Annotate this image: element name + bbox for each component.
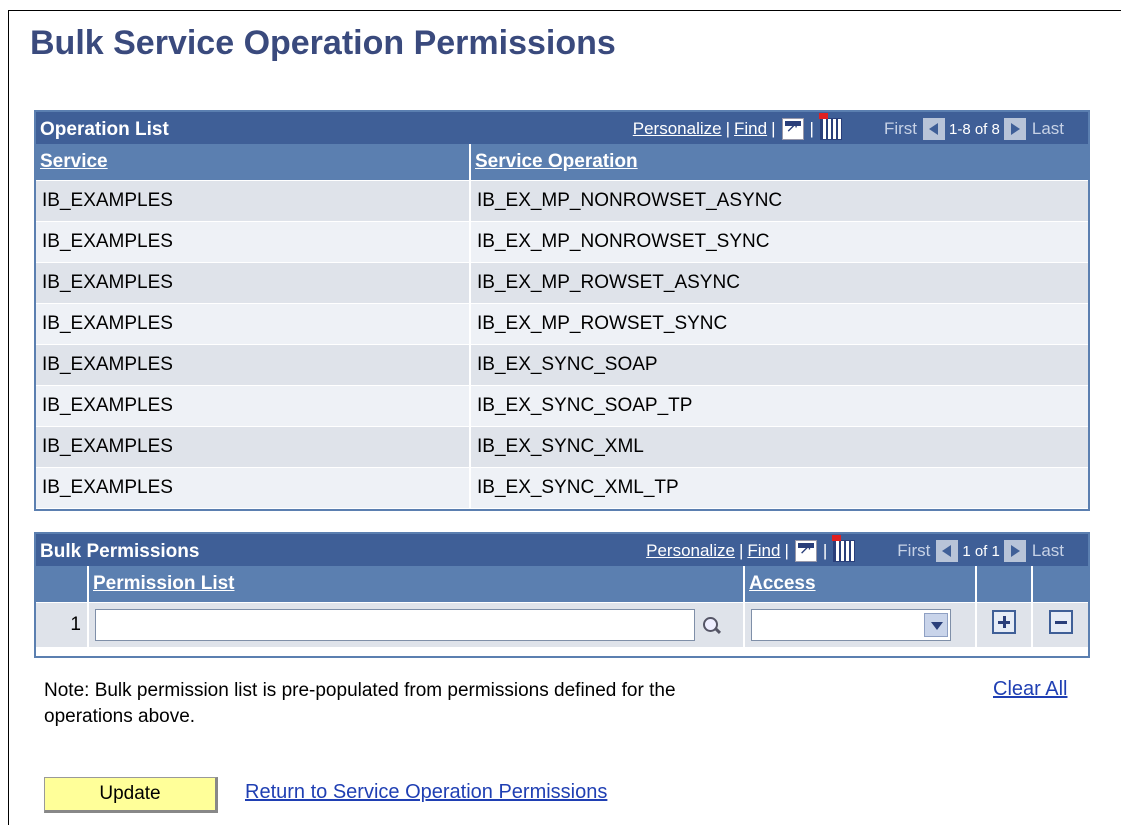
table-row: IB_EXAMPLES IB_EX_SYNC_XML (36, 426, 1088, 468)
separator: | (771, 119, 776, 138)
clear-all-link[interactable]: Clear All (993, 678, 1067, 701)
sort-service-operation-link[interactable]: Service Operation (475, 151, 638, 172)
column-header-row-number (36, 566, 89, 603)
service-operation-cell: IB_EX_SYNC_XML (470, 426, 1088, 468)
separator: | (784, 541, 789, 560)
find-link[interactable]: Find (747, 541, 780, 561)
table-row: IB_EXAMPLES IB_EX_MP_ROWSET_SYNC (36, 303, 1088, 345)
operation-list-header-bar: Operation List Personalize | Find | | Fi… (36, 112, 1088, 144)
download-icon[interactable] (832, 535, 856, 562)
view-all-icon[interactable] (781, 117, 804, 140)
service-operation-cell: IB_EX_MP_NONROWSET_ASYNC (470, 180, 1088, 222)
service-cell: IB_EXAMPLES (36, 262, 471, 304)
previous-arrow-icon[interactable] (936, 540, 959, 562)
bulk-permissions-nav: Personalize | Find | | First 1 of 1 Last (646, 535, 1070, 562)
table-header-row: Permission List Access (36, 566, 1088, 603)
separator: | (725, 119, 731, 138)
row-range-label: 1 of 1 (962, 542, 1000, 560)
service-cell: IB_EXAMPLES (36, 221, 471, 263)
table-header-row: Service Service Operation (36, 144, 1088, 181)
next-arrow-icon[interactable] (1003, 540, 1026, 562)
service-operation-cell: IB_EX_MP_ROWSET_SYNC (470, 303, 1088, 345)
frame-top-border (8, 10, 1121, 11)
bulk-permissions-header-bar: Bulk Permissions Personalize | Find | | … (36, 534, 1088, 566)
column-header-delete (1032, 566, 1088, 603)
separator: | (738, 541, 744, 560)
page-title: Bulk Service Operation Permissions (30, 24, 616, 62)
service-cell: IB_EXAMPLES (36, 180, 471, 222)
table-row: IB_EXAMPLES IB_EX_SYNC_XML_TP (36, 467, 1088, 508)
download-icon[interactable] (818, 113, 842, 140)
return-to-service-operation-permissions-link[interactable]: Return to Service Operation Permissions (245, 781, 607, 804)
previous-arrow-icon[interactable] (922, 118, 945, 140)
row-number: 1 (36, 602, 89, 647)
last-label: Last (1031, 119, 1064, 138)
column-header-permission-list: Permission List (88, 566, 745, 603)
row-range-label: 1-8 of 8 (948, 120, 1000, 138)
first-label: First (883, 119, 917, 138)
column-header-service-operation: Service Operation (470, 144, 1088, 181)
last-label: Last (1031, 541, 1064, 560)
first-label: First (897, 541, 931, 560)
service-cell: IB_EXAMPLES (36, 385, 471, 427)
add-row-cell (976, 602, 1033, 647)
column-header-service: Service (36, 144, 471, 181)
table-row: IB_EXAMPLES IB_EX_MP_NONROWSET_SYNC (36, 221, 1088, 263)
personalize-link[interactable]: Personalize (646, 541, 735, 561)
operation-list-nav: Personalize | Find | | First 1-8 of 8 La… (633, 113, 1070, 140)
table-row: IB_EXAMPLES IB_EX_SYNC_SOAP (36, 344, 1088, 386)
bulk-permissions-table: Permission List Access 1 (36, 566, 1088, 647)
table-row: IB_EXAMPLES IB_EX_SYNC_SOAP_TP (36, 385, 1088, 427)
find-link[interactable]: Find (734, 119, 767, 139)
column-header-access: Access (744, 566, 977, 603)
frame-left-border (8, 10, 9, 825)
service-cell: IB_EXAMPLES (36, 344, 471, 386)
operation-list-grid: Operation List Personalize | Find | | Fi… (34, 110, 1090, 511)
permission-list-input[interactable] (95, 609, 695, 641)
sort-access-link[interactable]: Access (749, 573, 816, 594)
sort-permission-list-link[interactable]: Permission List (93, 573, 235, 594)
bulk-permission-note: Note: Bulk permission list is pre-popula… (44, 680, 676, 727)
sort-service-link[interactable]: Service (40, 151, 108, 172)
bulk-permissions-grid: Bulk Permissions Personalize | Find | | … (34, 532, 1090, 658)
service-cell: IB_EXAMPLES (36, 467, 471, 508)
view-all-icon[interactable] (794, 539, 817, 562)
table-row: 1 (36, 602, 1088, 647)
permission-list-cell (88, 602, 745, 647)
separator: | (809, 119, 814, 138)
delete-row-cell (1032, 602, 1088, 647)
table-row: IB_EXAMPLES IB_EX_MP_NONROWSET_ASYNC (36, 180, 1088, 222)
table-row: IB_EXAMPLES IB_EX_MP_ROWSET_ASYNC (36, 262, 1088, 304)
access-select[interactable] (751, 609, 951, 641)
separator: | (822, 541, 828, 560)
personalize-link[interactable]: Personalize (633, 119, 722, 139)
service-operation-cell: IB_EX_SYNC_XML_TP (470, 467, 1088, 508)
update-button[interactable]: Update (44, 777, 218, 813)
bulk-permissions-title: Bulk Permissions (40, 541, 200, 562)
chevron-down-icon[interactable] (924, 613, 948, 637)
service-operation-cell: IB_EX_MP_NONROWSET_SYNC (470, 221, 1088, 263)
add-row-button[interactable] (992, 610, 1016, 634)
operation-list-title: Operation List (40, 119, 169, 140)
service-cell: IB_EXAMPLES (36, 303, 471, 345)
lookup-icon[interactable] (702, 616, 720, 634)
service-cell: IB_EXAMPLES (36, 426, 471, 468)
column-header-add (976, 566, 1033, 603)
access-cell (744, 602, 977, 647)
service-operation-cell: IB_EX_SYNC_SOAP (470, 344, 1088, 386)
next-arrow-icon[interactable] (1003, 118, 1026, 140)
delete-row-button[interactable] (1048, 610, 1073, 634)
operation-list-table: Service Service Operation IB_EXAMPLES IB… (36, 144, 1088, 508)
service-operation-cell: IB_EX_MP_ROWSET_ASYNC (470, 262, 1088, 304)
service-operation-cell: IB_EX_SYNC_SOAP_TP (470, 385, 1088, 427)
